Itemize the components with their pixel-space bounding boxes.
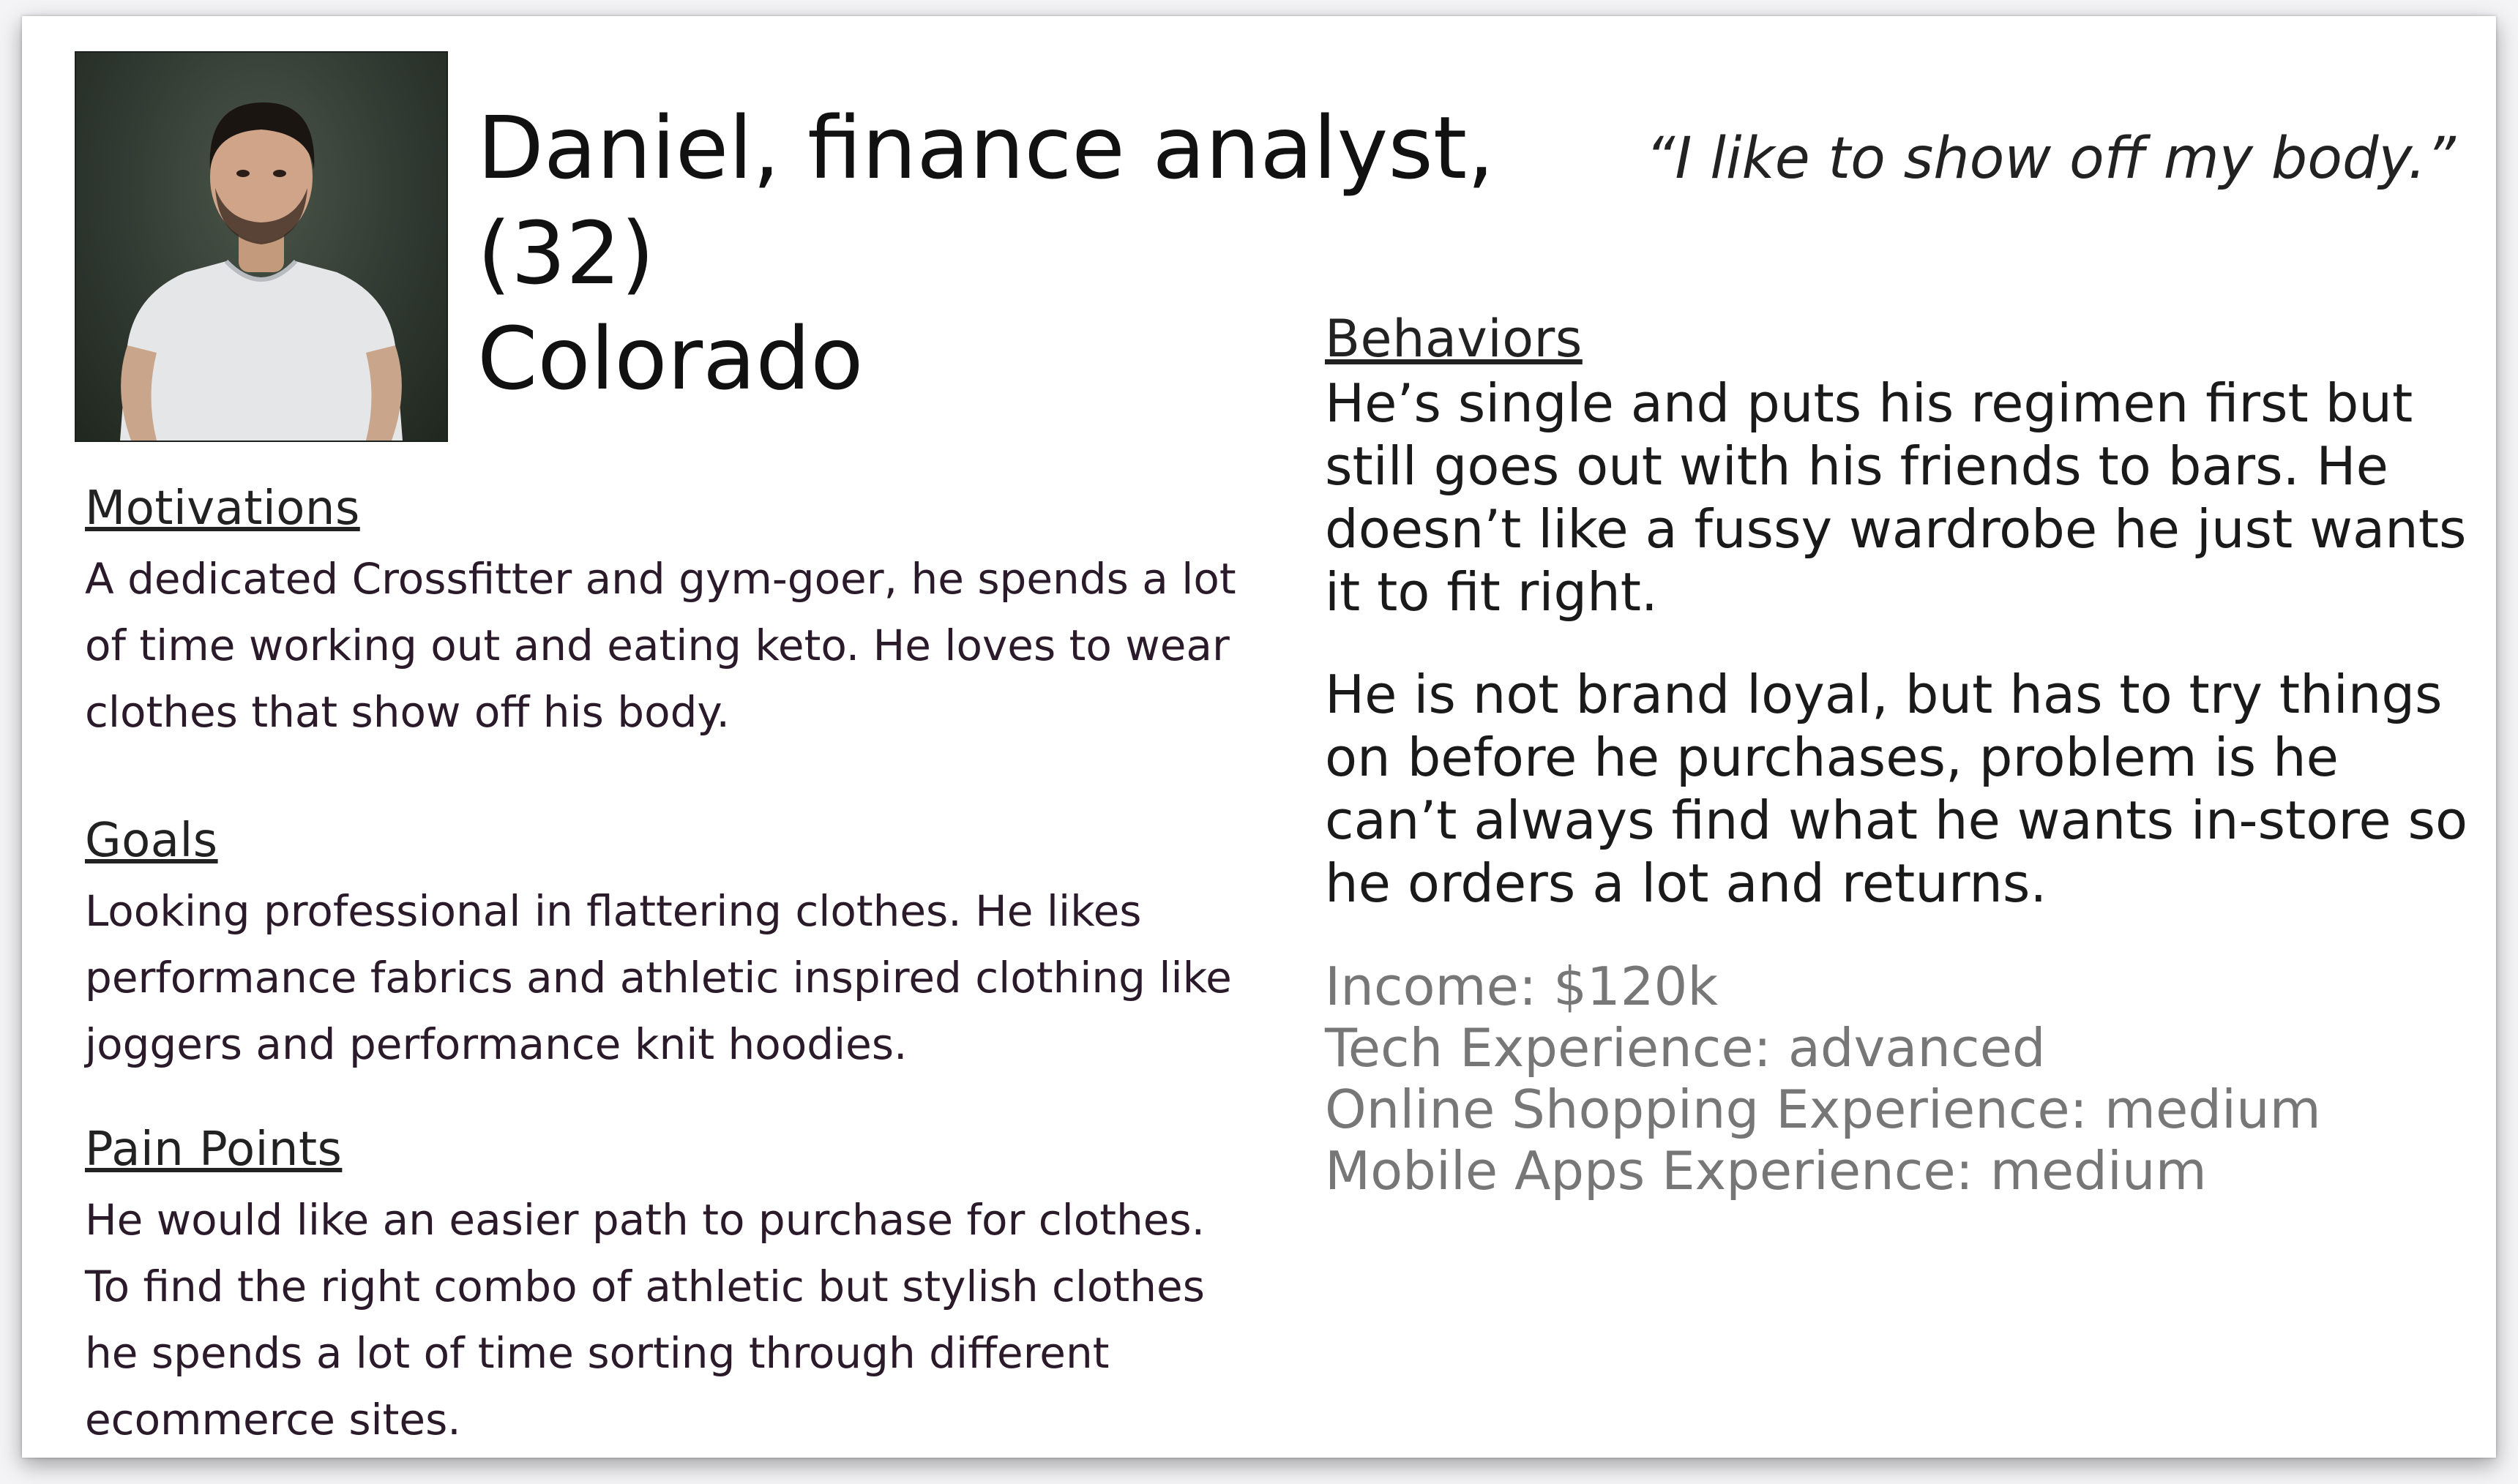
income-stat: Income: $120k <box>1325 956 1719 1017</box>
mobile-apps-stat: Mobile Apps Experience: medium <box>1325 1140 2207 1202</box>
behaviors-section: Behaviors He’s single and puts his regim… <box>1325 309 2481 1202</box>
pain-points-heading: Pain Points <box>85 1123 343 1177</box>
motivations-heading: Motivations <box>85 481 360 536</box>
persona-card: Daniel, finance analyst, (32) Colorado “… <box>22 16 2496 1458</box>
goals-section: Goals Looking professional in flattering… <box>85 814 1256 1078</box>
motivations-section: Motivations A dedicated Crossfitter and … <box>85 481 1256 746</box>
online-shopping-stat: Online Shopping Experience: medium <box>1325 1079 2321 1140</box>
pain-points-text: He would like an easier path to purchase… <box>85 1195 1206 1444</box>
pain-points-section: Pain Points He would like an easier path… <box>85 1123 1256 1453</box>
behaviors-heading: Behaviors <box>1325 309 1583 369</box>
goals-heading: Goals <box>85 814 218 868</box>
behaviors-paragraph-2: He is not brand loyal, but has to try th… <box>1325 664 2468 914</box>
behaviors-paragraph-1: He’s single and puts his regimen first b… <box>1325 372 2467 623</box>
goals-text: Looking professional in flattering cloth… <box>85 886 1232 1069</box>
persona-stats: Income: $120k Tech Experience: advanced … <box>1325 956 2481 1202</box>
motivations-text: A dedicated Crossfitter and gym-goer, he… <box>85 554 1236 737</box>
person-image <box>120 102 403 441</box>
persona-photo <box>75 51 448 442</box>
tech-experience-stat: Tech Experience: advanced <box>1325 1017 2046 1079</box>
persona-name-line: Daniel, finance analyst, (32) <box>477 97 1495 304</box>
persona-quote: “I like to show off my body.” <box>1645 126 2456 192</box>
